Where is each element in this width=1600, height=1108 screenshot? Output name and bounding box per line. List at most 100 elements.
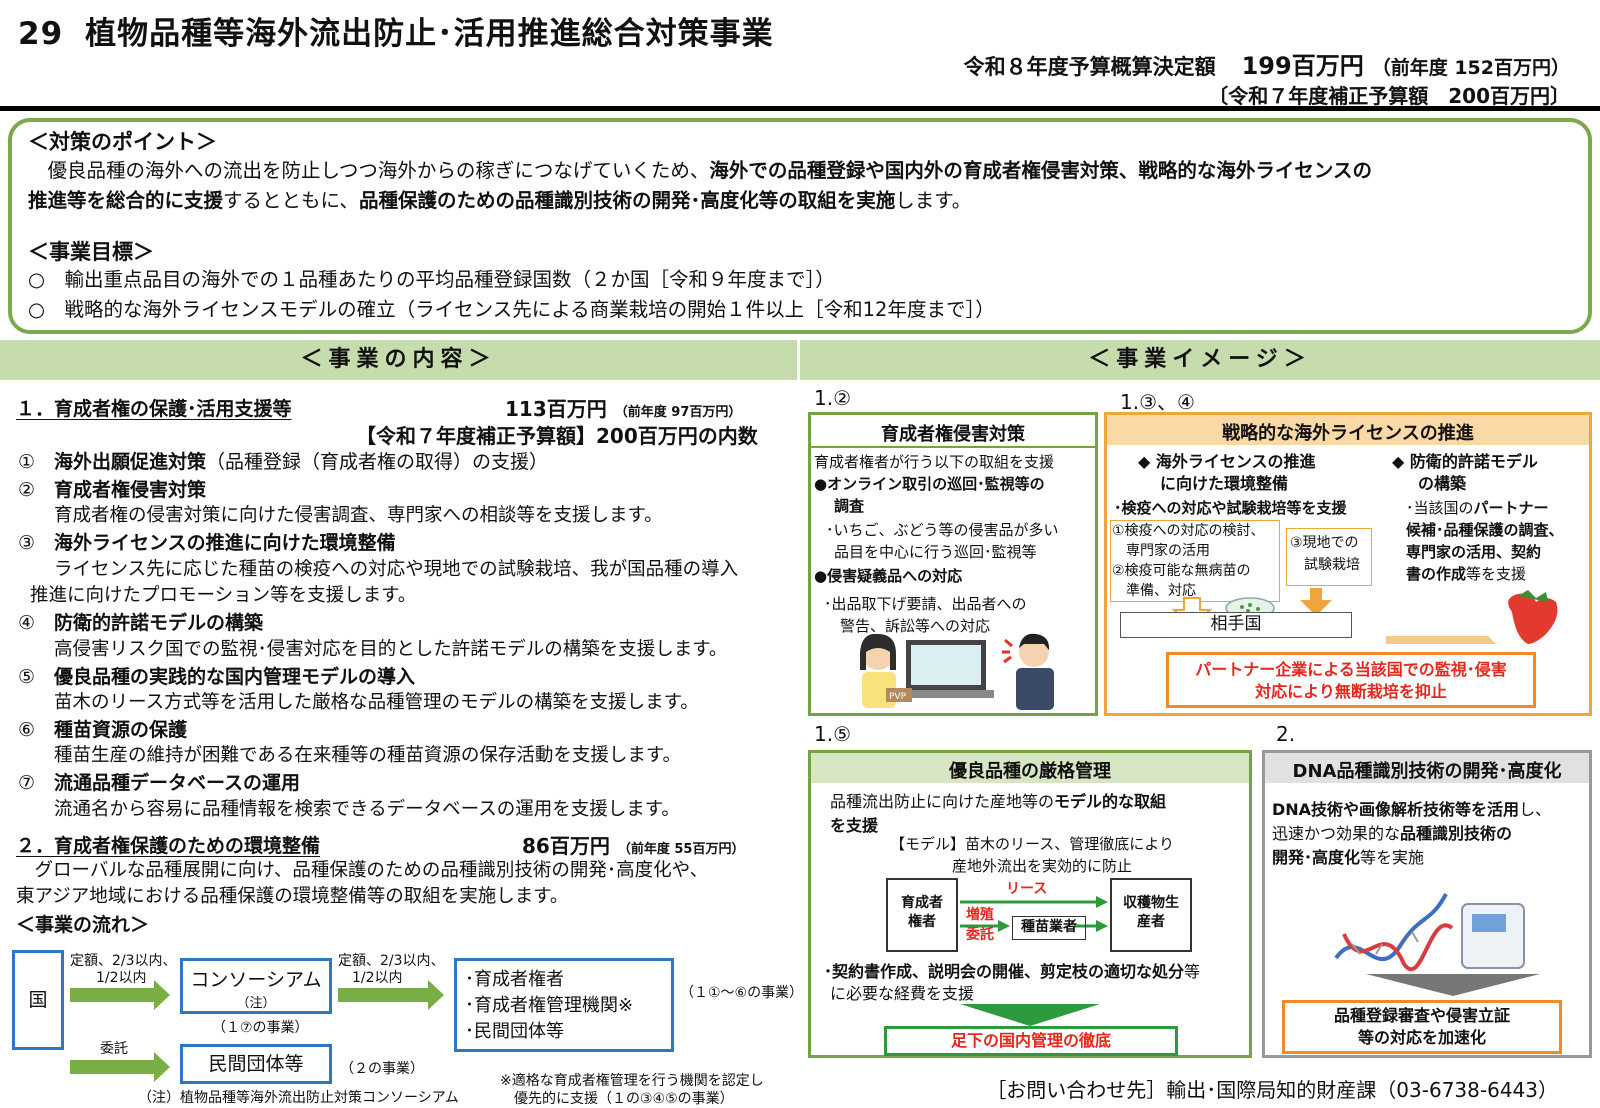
box-c-grow: 増殖: [966, 907, 994, 923]
box-d-result1: 品種登録審査や侵害立証: [1333, 1006, 1510, 1025]
entrust-arrow-head-icon: [998, 920, 1010, 932]
box-b-h1a: ◆ 海外ライセンスの推進: [1138, 452, 1316, 471]
box-b-partner-box: 相手国: [1120, 612, 1352, 638]
lease-arrow-head-icon: [1096, 896, 1108, 908]
box-b-r4b: 等を支援: [1466, 565, 1527, 583]
sec2-desc2: 東アジア地域における品種保護の環境整備等の取組を実施します。: [16, 886, 569, 907]
box-c-l2: を支援: [830, 816, 879, 835]
box-c-l3b: 等: [1184, 962, 1201, 981]
sec1-amount: 113百万円: [505, 397, 607, 421]
points-line2-d: します。: [895, 189, 972, 212]
flow-footnote1: （注）植物品種等海外流出防止対策コンソーシアム: [138, 1090, 459, 1106]
flow-recipients-box: ･育成者権者 ･育成者権管理機関※ ･民間団体等: [454, 958, 674, 1052]
budget-amount: 199百万円: [1241, 52, 1364, 80]
item-3-desc: ライセンス先に応じた種苗の検疫への対応や現地での試験栽培、我が国品種の導入: [54, 559, 739, 580]
project-number: 29: [18, 16, 64, 52]
box-d-title: DNA品種識別技術の開発･高度化: [1292, 761, 1562, 782]
item-6: ⑥ 種苗資源の保護: [18, 717, 187, 743]
box-c-l1a: 品種流出防止に向けた産地等の: [830, 792, 1055, 811]
budget-line: 令和８年度予算概算決定額 199百万円 （前年度 152百万円）: [964, 46, 1570, 81]
box-b-h2b: の構築: [1418, 474, 1467, 493]
flow-consortium: コンソーシアム: [190, 969, 322, 991]
box-b-r1b: パートナー: [1473, 499, 1549, 517]
box-d-l2a: 迅速かつ効果的な: [1272, 824, 1401, 843]
box-d-graphics: [1334, 893, 1540, 996]
flow-country-box: 国: [12, 950, 64, 1050]
box-b-r1a: ･当該国の: [1406, 499, 1474, 517]
item-3-desc2: 推進に向けたプロモーション等を支援します。: [30, 585, 417, 606]
page-title: 29 植物品種等海外流出防止･活用推進総合対策事業: [18, 8, 774, 53]
box-a-l5: 品目を中心に行う巡回･監視等: [834, 543, 1037, 561]
item-1-title: 海外出願促進対策: [54, 451, 207, 473]
box-b-q2: 専門家の活用: [1126, 543, 1210, 559]
analyzer-device-icon: [1461, 903, 1525, 969]
box-c-l4: に必要な経費を支援: [830, 984, 975, 1003]
alert-marks-icon: [1002, 638, 1013, 664]
delivery-arrow-head-icon: [1096, 920, 1108, 932]
flow-footnote2: ※適格な育成者権管理を行う機関を認定し: [500, 1073, 764, 1089]
monitoring-illustration: PVP: [860, 633, 1054, 710]
box-c-producer: 収穫物生産者: [1123, 895, 1179, 930]
strawberry-icon: [1508, 593, 1558, 644]
points-line2-a: 推進等を総合的に支援: [28, 189, 224, 212]
sec2-prev: （前年度 55百万円）: [617, 842, 745, 857]
man-suit-icon: [1016, 668, 1054, 710]
flow-private: 民間団体等: [208, 1053, 304, 1075]
item-4-desc: 高侵害リスク国での監視･侵害対応を目的とした許諾モデルの構築を支援します。: [54, 639, 728, 660]
box-c-l3: ･契約書作成、説明会の開催、剪定枝の適切な処分等: [824, 960, 1200, 983]
image-label-b: 1.③、④: [1120, 390, 1195, 414]
box-a-l6: ●侵害疑義品への対応: [814, 567, 963, 585]
sec1-prev: （前年度 97百万円）: [614, 405, 742, 420]
budget-label: 令和８年度予算概算決定額: [963, 55, 1216, 79]
box-a-l1: 育成者権者が行う以下の取組を支援: [814, 453, 1055, 471]
flow-delegate-label: 委託: [100, 1041, 128, 1057]
flow-private-sub: （２の事業）: [340, 1061, 424, 1077]
item-5-desc: 苗木のリース方式等を活用した厳格な品種管理のモデルの構築を支援します。: [54, 692, 699, 713]
flow-private-box: 民間団体等: [180, 1044, 332, 1084]
box-b-r4: 書の作成等を支援: [1406, 564, 1526, 585]
flow-consortium-note: （注）: [236, 996, 276, 1011]
sec2-desc1: グローバルな品種展開に向け、品種保護のための品種識別技術の開発･高度化や、: [16, 860, 709, 881]
points-line1-a: 優良品種の海外への流出を防止しつつ海外からの稼ぎにつなげていくため、: [28, 159, 710, 182]
image-bar: ＜事業イメージ＞: [800, 340, 1600, 380]
sec1-supp: 【令和７年度補正予算額】200百万円の内数: [356, 424, 758, 448]
box-b-r1: ･当該国のパートナー: [1406, 498, 1549, 519]
content-bar: ＜事業の内容＞: [0, 340, 797, 380]
box-c-result-box: 足下の国内管理の徹底: [884, 1026, 1178, 1056]
box-c-model2: 産地外流出を実効的に防止: [952, 857, 1133, 875]
box-b-q5: ③現地での: [1290, 535, 1359, 551]
pvp-label: PVP: [889, 692, 907, 702]
flow-consortium-sub: （１⑦の事業）: [212, 1020, 309, 1036]
sec1-amount-line: 113百万円 （前年度 97百万円）: [505, 393, 741, 422]
box-a-l3: 調査: [834, 497, 865, 515]
box-d-l3a: 開発･高度化: [1272, 848, 1361, 867]
analyzer-screen-icon: [1472, 914, 1506, 932]
header-divider: [0, 106, 1600, 111]
box-d-l2b: 品種識別技術の: [1400, 824, 1513, 843]
box-b-result1: パートナー企業による当該国での監視･侵害: [1195, 660, 1507, 679]
item-1-mark: ①: [18, 451, 36, 473]
down-triangle-grey-icon: [1366, 974, 1540, 996]
flow-recipients-sub: （１①～⑥の事業）: [680, 985, 804, 1001]
box-d-l3: 開発･高度化等を実施: [1272, 846, 1424, 869]
item-3: ③ 海外ライセンスの推進に向けた環境整備: [18, 530, 396, 556]
box-c-l3a: ･契約書作成、説明会の開催、剪定枝の適切な処分: [824, 962, 1185, 981]
box-c-title: 優良品種の厳格管理: [949, 761, 1111, 782]
box-c-l1b: モデル的な取組: [1054, 792, 1167, 811]
laptop-base-icon: [898, 690, 994, 698]
flow-heading: ＜事業の流れ＞: [16, 914, 150, 936]
down-triangle-icon: [960, 1004, 1100, 1026]
box-b-title: 戦略的な海外ライセンスの推進: [1222, 423, 1474, 444]
points-heading: ＜対策のポイント＞: [28, 130, 217, 154]
box-d-l1b: し、: [1519, 800, 1552, 819]
box-d-l1: DNA技術や画像解析技術等を活用し、: [1272, 798, 1551, 821]
box-b-h1b: に向けた環境整備: [1160, 474, 1289, 493]
box-c-breeder: 育成者権者: [901, 895, 943, 930]
item-2-mark: ②: [18, 479, 36, 501]
sec2-amount-line: 86百万円 （前年度 55百万円）: [522, 830, 744, 859]
points-line2-b: するとともに、: [223, 189, 359, 212]
item-1-note: （品種登録（育成者権の取得）の支援）: [206, 451, 549, 473]
box-a-title: 育成者権侵害対策: [881, 424, 1025, 445]
flow-consortium-box: コンソーシアム （注）: [180, 958, 332, 1014]
box-c-l1: 品種流出防止に向けた産地等のモデル的な取組: [830, 790, 1166, 813]
